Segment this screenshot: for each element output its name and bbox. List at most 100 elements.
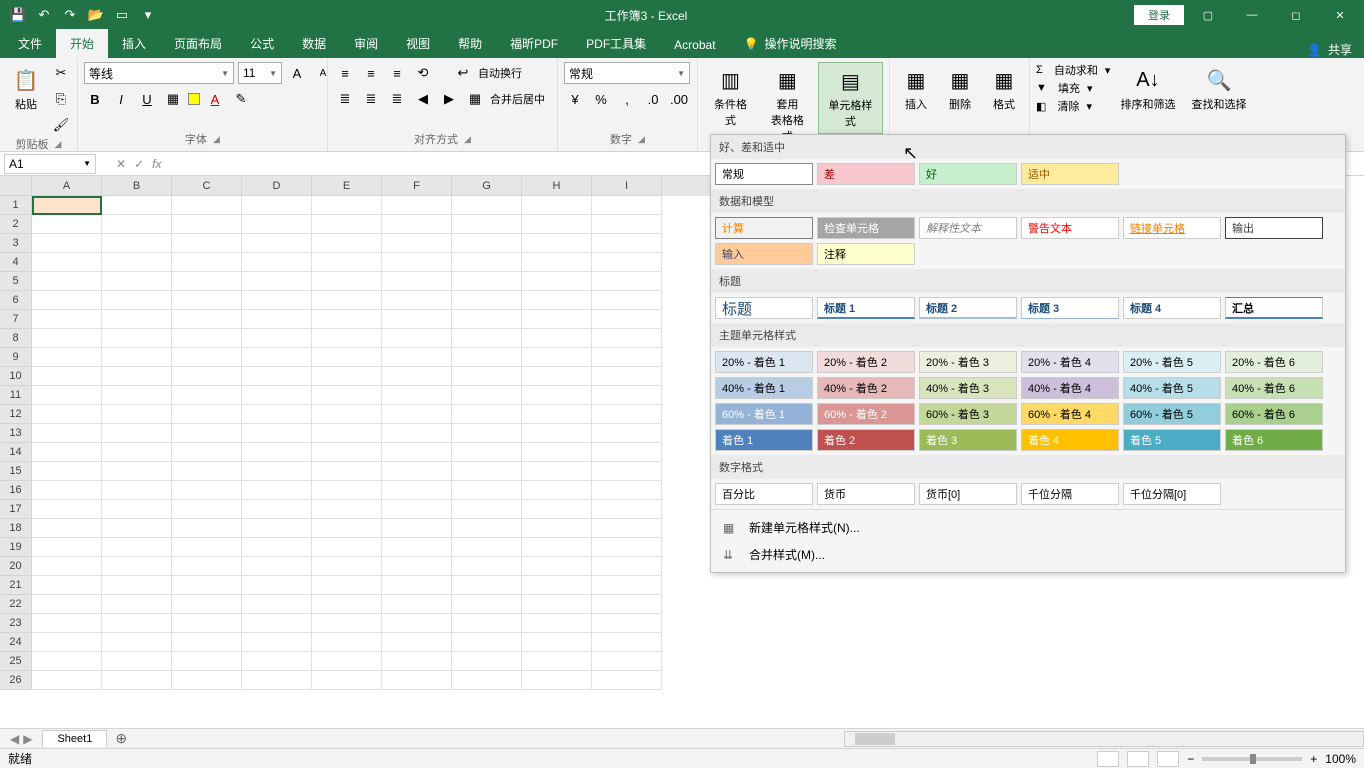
style-option[interactable]: 输出 [1225, 217, 1323, 239]
cell[interactable] [242, 519, 312, 538]
cell[interactable] [592, 443, 662, 462]
row-header[interactable]: 18 [0, 519, 32, 538]
cell[interactable] [522, 462, 592, 481]
cell[interactable] [592, 386, 662, 405]
indent-dec-icon[interactable]: ◀ [412, 88, 434, 110]
cell[interactable] [172, 633, 242, 652]
cell[interactable] [102, 234, 172, 253]
style-option[interactable]: 20% - 着色 2 [817, 351, 915, 373]
row-header[interactable]: 17 [0, 500, 32, 519]
cell[interactable] [102, 329, 172, 348]
border-icon[interactable]: ▦ [162, 88, 184, 110]
save-icon[interactable]: 💾 [8, 5, 28, 25]
wrap-text-label[interactable]: 自动换行 [478, 65, 522, 81]
cell[interactable] [242, 443, 312, 462]
align-middle-icon[interactable]: ≡ [360, 62, 382, 84]
cell[interactable] [382, 519, 452, 538]
style-option[interactable]: 40% - 着色 4 [1021, 377, 1119, 399]
cell[interactable] [382, 329, 452, 348]
cell[interactable] [382, 595, 452, 614]
horizontal-scrollbar[interactable] [844, 731, 1364, 747]
cell[interactable] [312, 500, 382, 519]
style-option[interactable]: 60% - 着色 6 [1225, 403, 1323, 425]
cell[interactable] [452, 386, 522, 405]
cell[interactable] [312, 424, 382, 443]
cell[interactable] [102, 633, 172, 652]
cell[interactable] [242, 652, 312, 671]
tab-data[interactable]: 数据 [288, 29, 340, 58]
cell[interactable] [382, 272, 452, 291]
cell[interactable] [522, 652, 592, 671]
cell[interactable] [172, 614, 242, 633]
style-option[interactable]: 40% - 着色 1 [715, 377, 813, 399]
col-header[interactable]: D [242, 176, 312, 196]
style-option[interactable]: 60% - 着色 5 [1123, 403, 1221, 425]
cell[interactable] [32, 196, 102, 215]
row-header[interactable]: 23 [0, 614, 32, 633]
cell[interactable] [172, 215, 242, 234]
cell[interactable] [32, 633, 102, 652]
wrap-text-icon[interactable]: ↩ [452, 62, 474, 84]
cut-icon[interactable]: ✂ [50, 62, 72, 84]
cell[interactable] [102, 215, 172, 234]
cell[interactable] [312, 557, 382, 576]
cell[interactable] [522, 576, 592, 595]
cell[interactable] [592, 500, 662, 519]
cell[interactable] [312, 443, 382, 462]
qat-more-icon[interactable]: ▾ [138, 5, 158, 25]
find-select-button[interactable]: 🔍查找和选择 [1185, 62, 1252, 116]
paste-button[interactable]: 📋 粘贴 [6, 62, 46, 116]
cell[interactable] [242, 481, 312, 500]
cell[interactable] [452, 481, 522, 500]
style-option[interactable]: 标题 1 [817, 297, 915, 319]
cell[interactable] [452, 424, 522, 443]
col-header[interactable]: F [382, 176, 452, 196]
tab-help[interactable]: 帮助 [444, 29, 496, 58]
col-header[interactable]: H [522, 176, 592, 196]
cell[interactable] [592, 329, 662, 348]
cell[interactable] [102, 367, 172, 386]
col-header[interactable]: G [452, 176, 522, 196]
cell[interactable] [522, 253, 592, 272]
cell[interactable] [382, 386, 452, 405]
cell[interactable] [172, 386, 242, 405]
cell[interactable] [312, 405, 382, 424]
tab-formulas[interactable]: 公式 [236, 29, 288, 58]
cell[interactable] [32, 462, 102, 481]
style-option[interactable]: 检查单元格 [817, 217, 915, 239]
touch-icon[interactable]: ▭ [112, 5, 132, 25]
cell[interactable] [32, 253, 102, 272]
cell[interactable] [382, 557, 452, 576]
dialog-launcher-icon[interactable]: ◢ [55, 139, 62, 150]
clear-button[interactable]: ◧ 清除 ▾ [1036, 98, 1110, 114]
cell[interactable] [172, 329, 242, 348]
cell[interactable] [242, 424, 312, 443]
cell[interactable] [522, 367, 592, 386]
zoom-slider[interactable] [1202, 757, 1302, 761]
cell[interactable] [592, 272, 662, 291]
dec-decimal-icon[interactable]: .00 [668, 88, 690, 110]
row-header[interactable]: 5 [0, 272, 32, 291]
cell[interactable] [102, 614, 172, 633]
cell[interactable] [102, 291, 172, 310]
row-header[interactable]: 13 [0, 424, 32, 443]
row-header[interactable]: 3 [0, 234, 32, 253]
tab-home[interactable]: 开始 [56, 29, 108, 58]
cancel-formula-icon[interactable]: ✕ [116, 157, 126, 171]
row-header[interactable]: 21 [0, 576, 32, 595]
style-option[interactable]: 标题 2 [919, 297, 1017, 319]
cell[interactable] [32, 671, 102, 690]
cell[interactable] [522, 215, 592, 234]
cell[interactable] [242, 196, 312, 215]
cell[interactable] [102, 386, 172, 405]
bold-icon[interactable]: B [84, 88, 106, 110]
normal-view-icon[interactable] [1097, 751, 1119, 767]
style-option[interactable]: 警告文本 [1021, 217, 1119, 239]
redo-icon[interactable]: ↷ [60, 5, 80, 25]
cell[interactable] [242, 538, 312, 557]
style-option[interactable]: 差 [817, 163, 915, 185]
style-option[interactable]: 标题 4 [1123, 297, 1221, 319]
cell[interactable] [32, 538, 102, 557]
cell[interactable] [32, 595, 102, 614]
open-icon[interactable]: 📂 [86, 5, 106, 25]
